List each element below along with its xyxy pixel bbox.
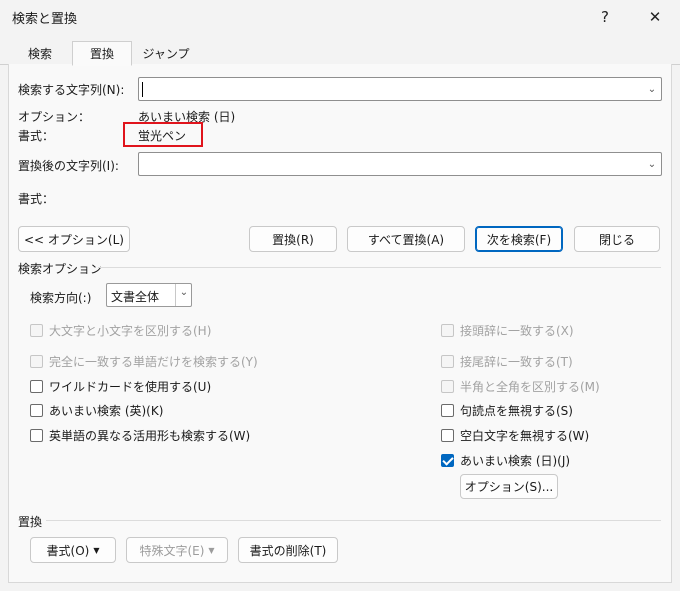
find-format-label: 書式：: [18, 129, 55, 143]
search-options-divider: [98, 267, 661, 268]
close-icon: ✕: [648, 8, 662, 26]
fuzzy-english-checkbox[interactable]: あいまい検索 (英)(K): [30, 402, 163, 419]
checkbox-box: [30, 429, 43, 442]
replace-format-label: 書式：: [18, 192, 55, 206]
options-toggle-button[interactable]: << オプション(L): [18, 226, 130, 252]
replace-button[interactable]: 置換(R): [249, 226, 337, 252]
title-bar: [0, 0, 680, 34]
replace-group-divider: [46, 520, 661, 521]
checkbox-box: [441, 380, 454, 393]
tab-goto[interactable]: ジャンプ: [134, 41, 198, 65]
match-case-checkbox[interactable]: 大文字と小文字を区別する(H): [30, 322, 211, 339]
find-label: 検索する文字列(N):: [18, 83, 125, 97]
checkbox-box: [441, 355, 454, 368]
chevron-down-icon: ⌄: [179, 287, 189, 298]
tab-find[interactable]: 検索: [14, 41, 66, 65]
fuzzy-options-button[interactable]: オプション(S)...: [460, 474, 558, 499]
close-button[interactable]: 閉じる: [574, 226, 660, 252]
find-next-button[interactable]: 次を検索(F): [475, 226, 563, 252]
checkbox-box: [441, 429, 454, 442]
checkbox-box: [30, 324, 43, 337]
match-suffix-checkbox[interactable]: 接尾辞に一致する(T): [441, 353, 573, 370]
options-label: オプション：: [18, 110, 91, 124]
chevron-down-icon[interactable]: ⌄: [643, 78, 661, 100]
replace-all-button[interactable]: すべて置換(A): [347, 226, 465, 252]
checkbox-box: [30, 404, 43, 417]
replace-input[interactable]: ⌄: [138, 152, 662, 176]
match-prefix-checkbox[interactable]: 接頭辞に一致する(X): [441, 322, 574, 339]
checkmark-icon: [441, 454, 454, 467]
direction-value: 文書全体: [111, 290, 160, 304]
checkbox-box: [30, 355, 43, 368]
close-window-button[interactable]: ✕: [632, 0, 678, 34]
direction-label: 検索方向(:): [30, 291, 92, 305]
replace-group-title: 置換: [18, 515, 43, 529]
clear-format-button[interactable]: 書式の削除(T): [238, 537, 338, 563]
whole-word-checkbox[interactable]: 完全に一致する単語だけを検索する(Y): [30, 353, 258, 370]
search-options-title: 検索オプション: [18, 262, 103, 276]
word-forms-checkbox[interactable]: 英単語の異なる活用形も検索する(W): [30, 427, 250, 444]
dropdown-arrow-icon: ▼: [93, 545, 100, 555]
special-chars-button[interactable]: 特殊文字(E) ▼: [126, 537, 228, 563]
tab-replace[interactable]: 置換: [72, 41, 132, 66]
text-caret: [142, 82, 143, 97]
chevron-down-icon[interactable]: ⌄: [643, 153, 661, 175]
ignore-whitespace-checkbox[interactable]: 空白文字を無視する(W): [441, 427, 589, 444]
fuzzy-japanese-checkbox[interactable]: あいまい検索 (日)(J): [441, 452, 570, 469]
find-input[interactable]: ⌄: [138, 77, 662, 101]
format-dropdown-button[interactable]: 書式(O) ▼: [30, 537, 116, 563]
find-format-value: 蛍光ペン: [138, 129, 187, 143]
checkbox-box: [441, 324, 454, 337]
wildcards-checkbox[interactable]: ワイルドカードを使用する(U): [30, 378, 211, 395]
checkbox-box: [30, 380, 43, 393]
replace-label: 置換後の文字列(I):: [18, 159, 119, 173]
dropdown-arrow-icon: ▼: [208, 545, 215, 555]
window-title: 検索と置換: [12, 12, 78, 27]
checkbox-box: [441, 404, 454, 417]
direction-select[interactable]: 文書全体 ⌄: [106, 283, 192, 307]
ignore-punctuation-checkbox[interactable]: 句読点を無視する(S): [441, 402, 573, 419]
width-sensitive-checkbox[interactable]: 半角と全角を区別する(M): [441, 378, 600, 395]
help-button[interactable]: ?: [582, 0, 628, 34]
